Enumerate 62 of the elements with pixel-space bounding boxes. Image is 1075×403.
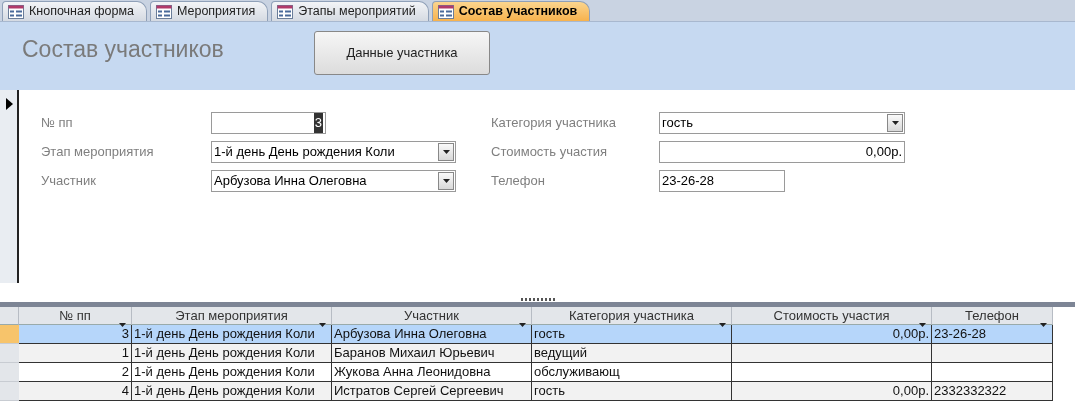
field-label: Участник [41, 172, 97, 191]
sort-filter-caret-icon [719, 322, 726, 327]
table-cell: ведущий [532, 344, 732, 363]
input-field[interactable]: 0,00р. [659, 141, 905, 163]
participant-data-button[interactable]: Данные участника [314, 31, 490, 75]
field-label: Категория участника [491, 114, 617, 133]
field-label: Этап мероприятия [41, 143, 155, 162]
table-cell: 1-й день День рождения Коли [132, 382, 332, 401]
table-cell: гость [532, 382, 732, 401]
table-cell: 1 [19, 344, 132, 363]
column-header[interactable]: Этап мероприятия [132, 307, 332, 325]
column-header[interactable]: № пп [19, 307, 132, 325]
table-cell: 2 [19, 363, 132, 382]
table-cell: 1-й день День рождения Коли [132, 325, 332, 344]
table-cell: 2332332322 [932, 382, 1053, 401]
column-header[interactable]: Телефон [932, 307, 1053, 325]
sort-filter-caret-icon [319, 322, 326, 327]
table-cell: 1-й день День рождения Коли [132, 344, 332, 363]
column-header[interactable]: Категория участника [532, 307, 732, 325]
sort-filter-caret-icon [919, 322, 926, 327]
current-record-icon [6, 97, 13, 110]
dropdown-button[interactable] [438, 172, 454, 190]
table-cell: 4 [19, 382, 132, 401]
caret-icon [442, 150, 450, 154]
form-icon [155, 4, 172, 19]
form-title: Состав участников [22, 35, 225, 64]
field-label: Стоимость участия [491, 143, 608, 162]
sort-filter-caret-icon [119, 322, 126, 327]
combo-box[interactable]: Арбузова Инна Олеговна [211, 170, 456, 192]
select-all-corner[interactable] [0, 307, 19, 325]
selected-text: 3 [313, 113, 323, 133]
form-icon [277, 4, 294, 19]
dropdown-button[interactable] [887, 114, 903, 132]
form-icon [8, 4, 24, 19]
table-cell: Баранов Михаил Юрьевич [332, 344, 532, 363]
grip-icon [520, 298, 555, 302]
table-cell: 3 [19, 325, 132, 344]
combo-box[interactable]: гость [659, 112, 905, 134]
document-tab[interactable]: Мероприятия [149, 1, 269, 21]
table-cell: Арбузова Инна Олеговна [332, 325, 532, 344]
record-selector[interactable] [0, 90, 19, 283]
combo-box[interactable]: 1-й день День рождения Коли [211, 141, 456, 163]
document-tab[interactable]: Состав участников [431, 1, 591, 21]
form-icon [437, 4, 454, 19]
field-label: № пп [41, 114, 74, 133]
caret-icon [891, 121, 899, 125]
dropdown-button[interactable] [438, 143, 454, 161]
input-field[interactable]: 3 [211, 112, 326, 134]
sort-filter-caret-icon [1040, 322, 1047, 327]
table-cell: 23-26-28 [932, 325, 1053, 344]
table-cell: 0,00р. [732, 325, 932, 344]
field-label: Телефон [491, 172, 546, 191]
input-field[interactable]: 23-26-28 [659, 170, 785, 192]
caret-icon [442, 179, 450, 183]
table-cell: 0,00р. [732, 382, 932, 401]
column-header[interactable]: Участник [332, 307, 532, 325]
document-tab[interactable]: Кнопочная форма [2, 1, 147, 21]
column-header[interactable]: Стоимость участия [732, 307, 932, 325]
sort-filter-caret-icon [519, 322, 526, 327]
table-cell: Истратов Сергей Сергеевич [332, 382, 532, 401]
table-cell: гость [532, 325, 732, 344]
document-tab[interactable]: Этапы мероприятий [271, 1, 429, 21]
